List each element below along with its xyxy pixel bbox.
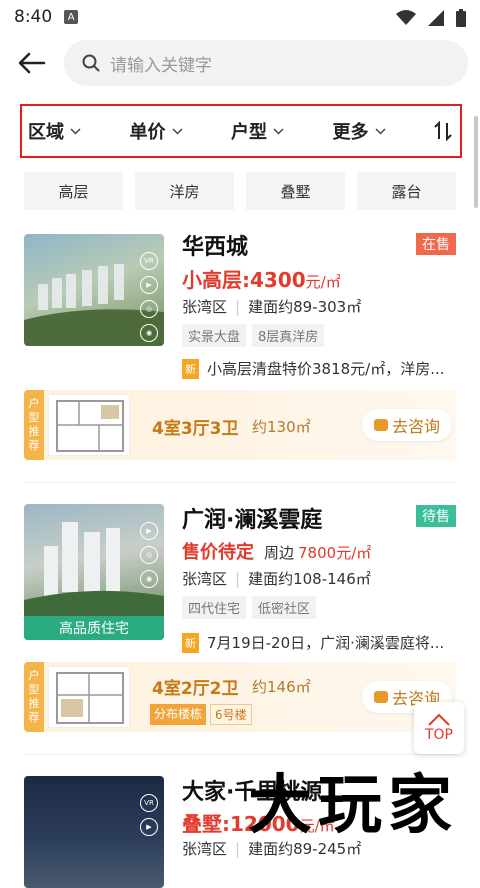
wifi-icon <box>396 10 416 25</box>
listing-tags: 四代住宅 低密社区 <box>182 596 317 619</box>
search-placeholder: 请输入关键字 <box>110 55 212 76</box>
status-bar: 8:40 A <box>0 0 480 34</box>
back-to-top-button[interactable]: TOP <box>414 702 464 754</box>
search-header: 请输入关键字 <box>0 34 480 92</box>
floor-plan-image <box>48 394 130 456</box>
video-icon[interactable]: ▶ <box>140 276 158 294</box>
floor-plan-image <box>48 666 130 728</box>
tag: 8层真洋房 <box>252 324 325 347</box>
panorama-icon[interactable]: ◎ <box>140 546 158 564</box>
chip-high-rise[interactable]: 高层 <box>24 172 123 210</box>
search-input[interactable]: 请输入关键字 <box>64 40 468 86</box>
thumb-label: 高品质住宅 <box>24 616 164 640</box>
listing-name: 广润·澜溪雲庭 <box>182 508 323 533</box>
video-icon[interactable]: ▶ <box>140 522 158 540</box>
chevron-down-icon <box>70 127 81 135</box>
chevron-down-icon <box>273 127 284 135</box>
arrow-up-icon <box>428 713 450 726</box>
layout-recommend-label: 户型推荐 <box>24 662 44 732</box>
tag: 低密社区 <box>252 596 317 619</box>
filter-layout[interactable]: 户型 <box>231 118 284 144</box>
search-icon <box>82 54 100 72</box>
panorama-icon[interactable]: ◎ <box>140 300 158 318</box>
listing-price: 售价待定 周边 7800元/㎡ <box>182 542 372 563</box>
camera-icon[interactable]: ◉ <box>140 324 158 342</box>
chat-icon <box>373 691 388 703</box>
layout-size: 约130㎡ <box>252 418 311 436</box>
battery-icon <box>456 9 466 27</box>
listing-photo: ▶ ◎ ◉ 高品质住宅 <box>24 504 164 640</box>
filter-unit-price[interactable]: 单价 <box>130 118 183 144</box>
layout-rooms: 4室3厅3卫 <box>152 419 239 439</box>
vr-icon[interactable]: VR <box>140 252 158 270</box>
listing-tags: 实景大盘 8层真洋房 <box>182 324 325 347</box>
layout-tags: 分布楼栋 6号楼 <box>150 704 252 725</box>
chevron-down-icon <box>374 127 386 135</box>
quick-tags: 高层 洋房 叠墅 露台 <box>0 172 480 210</box>
vr-icon[interactable]: VR <box>140 794 158 812</box>
filter-bar: 区域 单价 户型 更多 <box>20 104 462 158</box>
back-arrow-icon <box>18 52 46 74</box>
listing-photo: VR ▶ <box>24 776 164 888</box>
back-button[interactable] <box>18 46 52 80</box>
divider <box>24 482 456 483</box>
chip-stacked-villa[interactable]: 叠墅 <box>246 172 345 210</box>
status-badge: 在售 <box>416 233 456 255</box>
listing-news[interactable]: 新小高层清盘特价3818元/㎡，洋房... <box>182 358 456 379</box>
consult-button[interactable]: 去咨询 <box>361 409 452 441</box>
layout-recommend[interactable]: 户型推荐 4室2厅2卫 约146㎡ 分布楼栋 6号楼 去咨询 <box>24 662 456 732</box>
notification-a-icon: A <box>64 10 79 24</box>
sort-button[interactable] <box>434 121 452 141</box>
video-icon[interactable]: ▶ <box>140 818 158 836</box>
layout-size: 约146㎡ <box>252 678 311 696</box>
listing-area: 张湾区 | 建面约108-146㎡ <box>182 570 371 588</box>
layout-rooms: 4室2厅2卫 <box>152 679 239 699</box>
new-badge: 新 <box>182 632 199 653</box>
filter-region[interactable]: 区域 <box>28 118 81 144</box>
chip-villa[interactable]: 洋房 <box>135 172 234 210</box>
status-badge: 待售 <box>416 505 456 527</box>
listing-name: 华西城 <box>182 235 249 260</box>
watermark: 大玩家 <box>248 768 458 843</box>
status-time: 8:40 <box>14 7 53 27</box>
camera-icon[interactable]: ◉ <box>140 570 158 588</box>
tag: 实景大盘 <box>182 324 247 347</box>
sort-icon <box>434 121 452 141</box>
listing-area: 张湾区 | 建面约89-303㎡ <box>182 298 362 316</box>
layout-recommend-label: 户型推荐 <box>24 390 44 460</box>
listing-news[interactable]: 新 7月19日-20日，广润·澜溪雲庭将... <box>182 632 456 653</box>
chevron-down-icon <box>171 127 183 135</box>
scrollbar[interactable] <box>474 116 478 208</box>
new-badge: 新 <box>182 358 199 379</box>
listing-photo: VR ▶ ◎ ◉ <box>24 234 164 346</box>
signal-icon <box>428 10 444 26</box>
listing-price: 小高层:4300元/㎡ <box>182 268 341 292</box>
tag: 四代住宅 <box>182 596 247 619</box>
filter-more[interactable]: 更多 <box>333 118 386 144</box>
chip-terrace[interactable]: 露台 <box>357 172 456 210</box>
layout-recommend[interactable]: 户型推荐 4室3厅3卫 约130㎡ 去咨询 <box>24 390 456 460</box>
chat-icon <box>373 419 388 431</box>
